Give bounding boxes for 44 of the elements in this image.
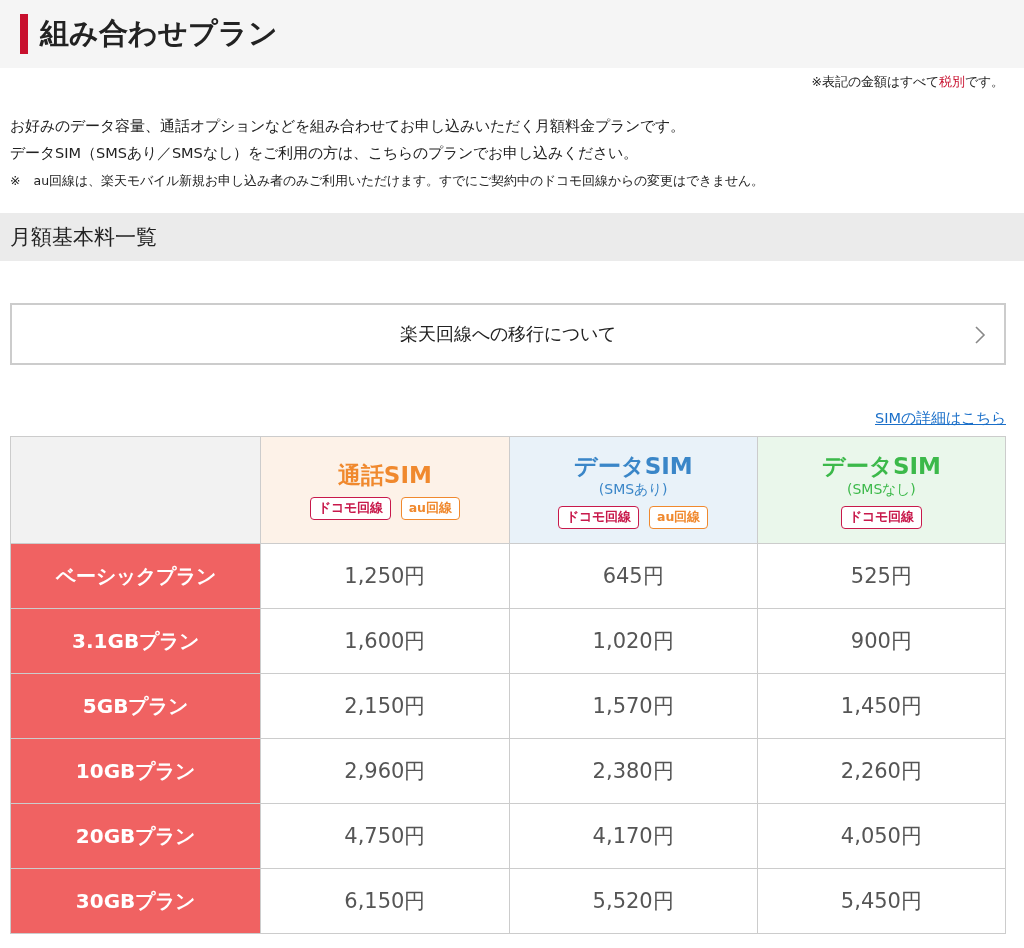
- plan-name-cell: 30GBプラン: [10, 868, 261, 934]
- price-cell: 4,750円: [260, 803, 509, 869]
- price-cell: 1,450円: [757, 673, 1006, 739]
- page-title: 組み合わせプラン: [40, 15, 278, 52]
- accent-bar: [20, 14, 28, 54]
- description-text: データSIM（SMSあり／SMSなし）をご利用の方は、こちらのプランでお申し込みください。: [10, 144, 639, 163]
- price-cell: 1,250円: [260, 543, 509, 609]
- column-subtitle: (SMSあり): [597, 479, 669, 498]
- migration-button[interactable]: 楽天回線への移行について: [10, 303, 1006, 365]
- price-cell: 645円: [509, 543, 758, 609]
- network-tag: ドコモ回線: [558, 505, 639, 529]
- tax-note: ※表記の金額はすべて税別です。: [811, 74, 1004, 91]
- plan-name-cell: 10GBプラン: [10, 738, 261, 804]
- network-tag: ドコモ回線: [309, 496, 391, 520]
- price-cell: 1,570円: [509, 673, 758, 739]
- description-text: お好みのデータ容量、通話オプションなどを組み合わせてお申し込みいただく月額料金プランです。: [10, 117, 686, 136]
- section-title: 月額基本料一覧: [10, 224, 157, 251]
- price-cell: 900円: [757, 608, 1006, 674]
- price-cell: 5,520円: [509, 868, 758, 934]
- column-subtitle: (SMSなし): [846, 479, 917, 498]
- price-cell: 1,020円: [509, 608, 758, 674]
- price-cell: 2,960円: [260, 738, 509, 804]
- column-title: データSIM: [572, 451, 694, 480]
- plan-name-cell: 5GBプラン: [10, 673, 261, 739]
- column-title: データSIM: [820, 451, 942, 480]
- price-cell: 4,050円: [757, 803, 1006, 869]
- plan-name-cell: 20GBプラン: [10, 803, 261, 869]
- plan-name-cell: ベーシックプラン: [10, 543, 261, 609]
- price-cell: 2,150円: [260, 673, 509, 739]
- price-cell: 5,450円: [757, 868, 1006, 934]
- sim-details-link[interactable]: SIMの詳細はこちら: [875, 409, 1006, 428]
- plan-name-cell: 3.1GBプラン: [10, 608, 261, 674]
- price-cell: 2,260円: [757, 738, 1006, 804]
- price-cell: 2,380円: [509, 738, 758, 804]
- network-tag: au回線: [649, 505, 709, 529]
- network-tag: au回線: [400, 496, 461, 520]
- footnote-text: ※ au回線は、楽天モバイル新規お申し込み者のみご利用いただけます。すでにご契約中のドコモ回線からの変更はできません。: [10, 172, 766, 190]
- chevron-right-icon: [974, 325, 986, 345]
- price-cell: 4,170円: [509, 803, 758, 869]
- price-cell: 1,600円: [260, 608, 509, 674]
- price-cell: 6,150円: [260, 868, 509, 934]
- price-cell: 525円: [757, 543, 1006, 609]
- network-tag: ドコモ回線: [840, 505, 922, 529]
- column-title: 通話SIM: [336, 460, 433, 489]
